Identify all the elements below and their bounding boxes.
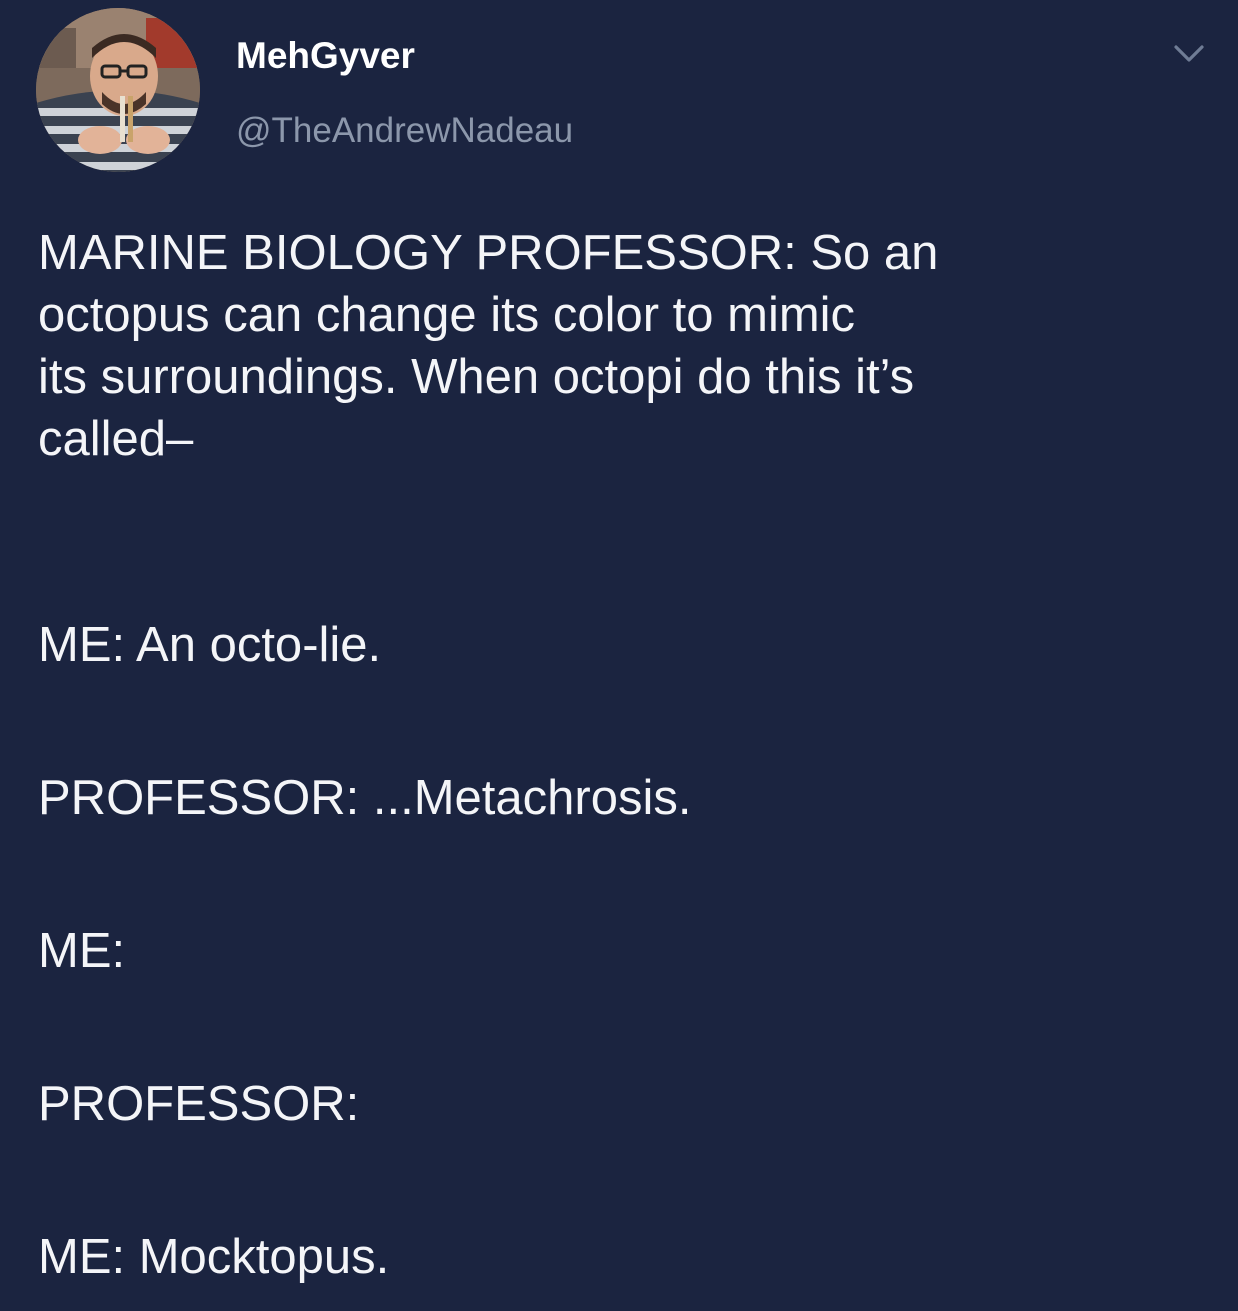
tweet-line: its surroundings. When octopi do this it… bbox=[38, 350, 915, 404]
tweet-paragraph: PROFESSOR: ...Metachrosis. bbox=[38, 771, 692, 825]
avatar-photo bbox=[36, 8, 200, 172]
tweet-line: MARINE BIOLOGY PROFESSOR: So an bbox=[38, 226, 939, 280]
tweet-line: octopus can change its color to mimic bbox=[38, 288, 856, 342]
avatar[interactable] bbox=[36, 8, 200, 172]
tweet-paragraph: PROFESSOR: bbox=[38, 1077, 360, 1131]
tweet-paragraph: ME: bbox=[38, 924, 126, 978]
tweet-paragraph: ME: An octo-lie. bbox=[38, 618, 382, 672]
tweet-card: MehGyver @TheAndrewNadeau MARINE BIOLOGY… bbox=[0, 0, 1238, 1311]
tweet-line: called– bbox=[38, 412, 194, 466]
chevron-down-icon[interactable] bbox=[1170, 38, 1208, 68]
display-name[interactable]: MehGyver bbox=[236, 34, 415, 78]
user-handle[interactable]: @TheAndrewNadeau bbox=[236, 110, 573, 152]
tweet-paragraph: ME: Mocktopus. bbox=[38, 1230, 390, 1284]
tweet-paragraph-intro: MARINE BIOLOGY PROFESSOR: So an octopus … bbox=[38, 222, 938, 470]
